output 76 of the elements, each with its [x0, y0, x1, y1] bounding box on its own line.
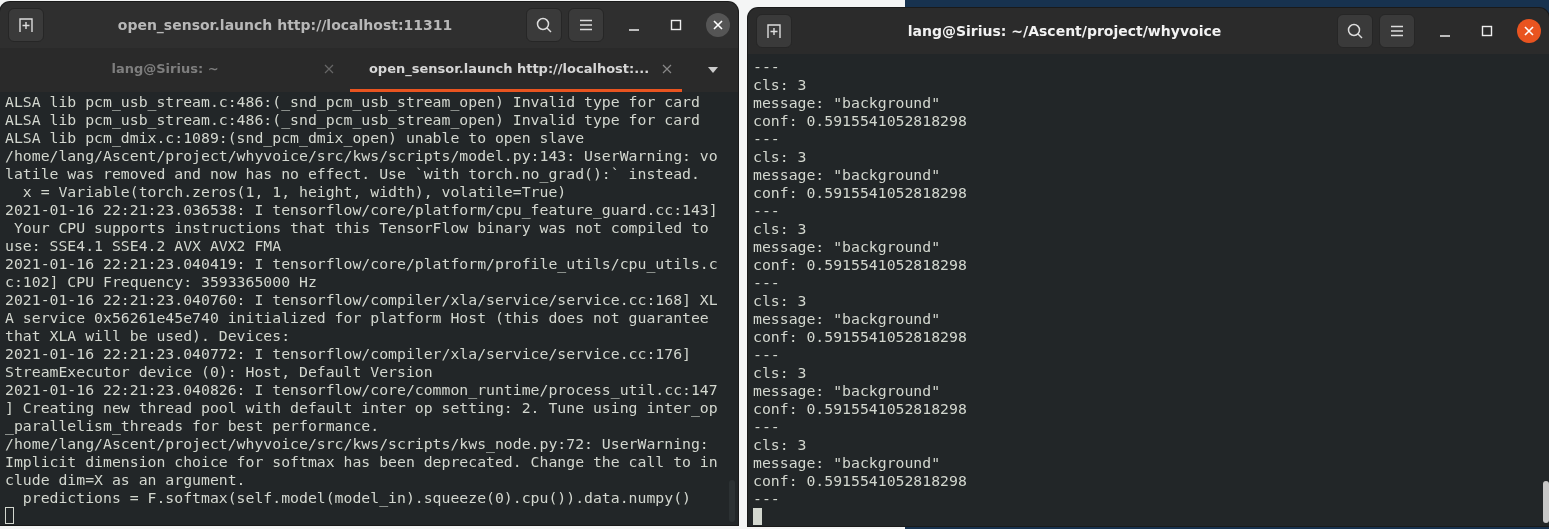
terminal-line: 2021-01-16 22:21:23.040772: I tensorflow/compiler/xla/service/service.cc:176]: [5, 345, 692, 363]
terminal-line: StreamExecutor device (0): Host, Default Version: [5, 363, 434, 381]
terminal-line: ---: [753, 130, 781, 148]
menu-icon: [578, 18, 594, 32]
menu-button[interactable]: [1379, 14, 1415, 48]
close-icon: [1524, 26, 1534, 36]
close-icon[interactable]: [324, 64, 334, 74]
search-icon: [1346, 22, 1364, 40]
terminal-line: ---: [753, 346, 781, 364]
close-icon[interactable]: [662, 64, 672, 74]
terminal-line: 2021-01-16 22:21:23.040760: I tensorflow/compiler/xla/service/service.cc:168] XL: [5, 291, 719, 309]
new-tab-button[interactable]: [756, 14, 792, 48]
terminal-line: cls: 3: [753, 364, 808, 382]
terminal-line: that XLA will be used). Devices:: [5, 327, 292, 345]
maximize-icon: [670, 19, 682, 31]
terminal-line: cls: 3: [753, 148, 808, 166]
terminal-line: conf: 0.5915541052818298: [753, 400, 968, 418]
terminal-line: ---: [753, 418, 781, 436]
terminal-line: message: "background": [753, 454, 942, 472]
terminal-line: 2021-01-16 22:21:23.040826: I tensorflow/core/common_runtime/process_util.cc:147: [5, 381, 719, 399]
terminal-line: /home/lang/Ascent/project/whyvoice/src/kws/scripts/kws_node.py:72: UserWarning:: [5, 435, 710, 453]
terminal-line: conf: 0.5915541052818298: [753, 328, 968, 346]
terminal-line: ---: [753, 58, 781, 76]
terminal-line: clude dim=X as an argument.: [5, 471, 247, 489]
terminal-line: conf: 0.5915541052818298: [753, 472, 968, 490]
terminal-line: Your CPU supports instructions that this TensorFlow binary was not compiled to: [12, 219, 710, 237]
terminal-line: ALSA lib pcm_usb_stream.c:486:(_snd_pcm_usb_stream_open) Invalid type for card: [5, 93, 701, 111]
window-title: lang@Sirius: ~/Ascent/project/whyvoice: [906, 23, 1223, 39]
terminal-line: Implicit dimension choice for softmax has been deprecated. Change the call to in: [5, 453, 719, 471]
new-tab-icon: [17, 16, 35, 34]
terminal-line: cls: 3: [753, 76, 808, 94]
terminal-tab[interactable]: open_sensor.launch http://localhost:...: [350, 48, 682, 92]
terminal-line: message: "background": [753, 382, 942, 400]
minimize-icon: [629, 28, 639, 31]
terminal-line: ALSA lib pcm_dmix.c:1089:(snd_pcm_dmix_open) unable to open slave: [5, 129, 586, 147]
maximize-icon: [1481, 25, 1493, 37]
terminal-line: latile was removed and now has no effect. Use `with torch.no_grad():` instead.: [5, 165, 701, 183]
minimize-icon: [1440, 34, 1450, 37]
close-button[interactable]: [1517, 19, 1541, 43]
terminal-line: conf: 0.5915541052818298: [753, 256, 968, 274]
terminal-line: _parallelism_threads for best performance.: [5, 417, 381, 435]
close-icon: [713, 20, 723, 30]
terminal-line: message: "background": [753, 94, 942, 112]
terminal-line: predictions = F.softmax(self.model(model_in).squeeze(0).cpu()).data.numpy(): [21, 489, 692, 507]
terminal-line: ] Creating new thread pool with default inter op setting: 2. Tune using inter_op: [5, 399, 719, 417]
window-title: open_sensor.launch http://localhost:11311: [116, 17, 454, 33]
menu-icon: [1389, 24, 1405, 38]
terminal-line: ALSA lib pcm_usb_stream.c:486:(_snd_pcm_usb_stream_open) Invalid type for card: [5, 111, 701, 129]
terminal-line: c:102] CPU Frequency: 3593365000 Hz: [5, 273, 318, 291]
terminal-line: use: SSE4.1 SSE4.2 AVX AVX2 FMA: [5, 237, 283, 255]
terminal-line: message: "background": [753, 238, 942, 256]
caret-icon[interactable]: [707, 66, 719, 74]
terminal-line: 2021-01-16 22:21:23.040419: I tensorflow/core/platform/profile_utils/cpu_utils.c: [5, 255, 719, 273]
terminal-line: conf: 0.5915541052818298: [753, 112, 968, 130]
terminal-line: ---: [753, 202, 781, 220]
new-tab-icon: [765, 22, 783, 40]
terminal-line: ---: [753, 274, 781, 292]
search-icon: [535, 16, 553, 34]
terminal-line: message: "background": [753, 310, 942, 328]
terminal-line: cls: 3: [753, 220, 808, 238]
scrollbar-thumb[interactable]: [1543, 481, 1549, 523]
search-button[interactable]: [1337, 14, 1373, 48]
terminal-line: cls: 3: [753, 436, 808, 454]
terminal-line: cls: 3: [753, 292, 808, 310]
menu-button[interactable]: [568, 8, 604, 42]
terminal-line: A service 0x56261e45e740 initialized for platform Host (this does not guarantee: [5, 309, 710, 327]
terminal-line: message: "background": [753, 166, 942, 184]
search-button[interactable]: [526, 8, 562, 42]
terminal-tab[interactable]: lang@Sirius: ~: [0, 48, 344, 92]
terminal-line: 2021-01-16 22:21:23.036538: I tensorflow/core/platform/cpu_feature_guard.cc:143]: [5, 201, 719, 219]
close-button[interactable]: [706, 13, 730, 37]
terminal-line: conf: 0.5915541052818298: [753, 184, 968, 202]
terminal-line: x = Variable(torch.zeros(1, 1, height, width), volatile=True): [21, 183, 568, 201]
terminal-line: /home/lang/Ascent/project/whyvoice/src/kws/scripts/model.py:143: UserWarning: vo: [5, 147, 719, 165]
terminal-line: ---: [753, 490, 781, 508]
new-tab-button[interactable]: [8, 8, 44, 42]
